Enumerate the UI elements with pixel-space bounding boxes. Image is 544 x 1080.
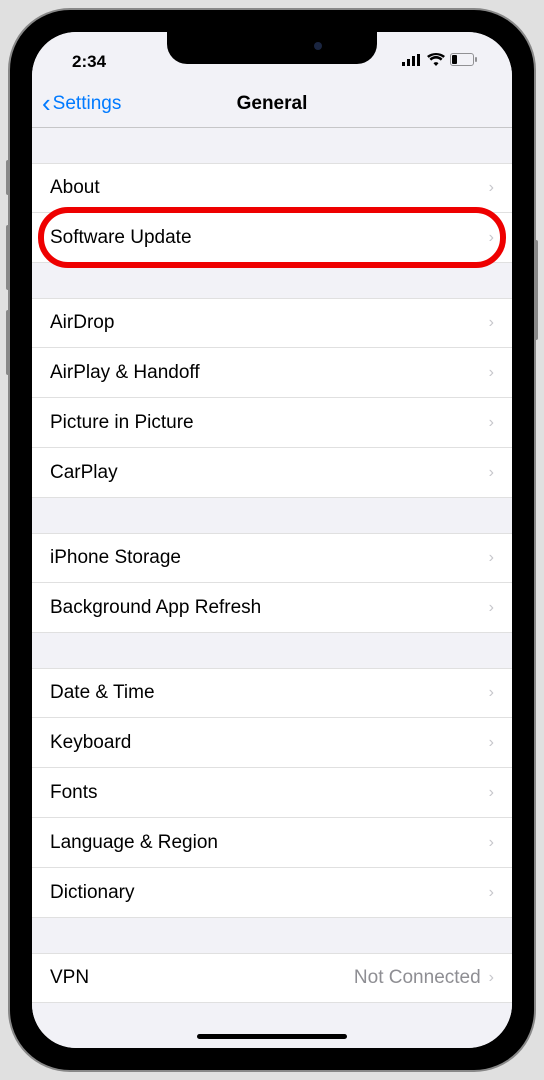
section-1: AirDrop › AirPlay & Handoff › Picture in… bbox=[32, 298, 512, 498]
row-label: VPN bbox=[50, 967, 89, 989]
chevron-right-icon: › bbox=[489, 969, 494, 987]
section-0: About › Software Update › bbox=[32, 163, 512, 263]
row-label: Language & Region bbox=[50, 832, 218, 854]
home-indicator[interactable] bbox=[197, 1034, 347, 1039]
section-4: VPN Not Connected › bbox=[32, 953, 512, 1003]
chevron-right-icon: › bbox=[489, 834, 494, 852]
chevron-right-icon: › bbox=[489, 464, 494, 482]
row-label: Picture in Picture bbox=[50, 412, 194, 434]
section-2: iPhone Storage › Background App Refresh … bbox=[32, 533, 512, 633]
row-software-update[interactable]: Software Update › bbox=[32, 213, 512, 263]
battery-icon bbox=[450, 53, 478, 71]
row-label: Date & Time bbox=[50, 682, 155, 704]
row-label: About bbox=[50, 177, 100, 199]
chevron-right-icon: › bbox=[489, 599, 494, 617]
chevron-right-icon: › bbox=[489, 684, 494, 702]
row-fonts[interactable]: Fonts › bbox=[32, 768, 512, 818]
row-date-time[interactable]: Date & Time › bbox=[32, 668, 512, 718]
row-label: Software Update bbox=[50, 227, 192, 249]
content-scroll[interactable]: About › Software Update › AirDrop › bbox=[32, 128, 512, 1048]
row-label: Keyboard bbox=[50, 732, 131, 754]
row-label: AirPlay & Handoff bbox=[50, 362, 200, 384]
screen: 2:34 bbox=[32, 32, 512, 1048]
volume-up-button bbox=[6, 225, 10, 290]
row-label: Dictionary bbox=[50, 882, 134, 904]
row-airdrop[interactable]: AirDrop › bbox=[32, 298, 512, 348]
row-keyboard[interactable]: Keyboard › bbox=[32, 718, 512, 768]
notch bbox=[167, 32, 377, 64]
mute-switch bbox=[6, 160, 10, 195]
back-label: Settings bbox=[53, 93, 122, 115]
row-iphone-storage[interactable]: iPhone Storage › bbox=[32, 533, 512, 583]
row-dictionary[interactable]: Dictionary › bbox=[32, 868, 512, 918]
row-label: iPhone Storage bbox=[50, 547, 181, 569]
chevron-right-icon: › bbox=[489, 884, 494, 902]
chevron-right-icon: › bbox=[489, 734, 494, 752]
row-label: Fonts bbox=[50, 782, 98, 804]
chevron-right-icon: › bbox=[489, 314, 494, 332]
back-chevron-icon: ‹ bbox=[42, 88, 51, 119]
power-button bbox=[534, 240, 538, 340]
row-airplay-handoff[interactable]: AirPlay & Handoff › bbox=[32, 348, 512, 398]
row-detail: Not Connected bbox=[354, 967, 481, 989]
chevron-right-icon: › bbox=[489, 229, 494, 247]
row-picture-in-picture[interactable]: Picture in Picture › bbox=[32, 398, 512, 448]
row-vpn[interactable]: VPN Not Connected › bbox=[32, 953, 512, 1003]
row-label: CarPlay bbox=[50, 462, 118, 484]
section-3: Date & Time › Keyboard › Fonts › Languag… bbox=[32, 668, 512, 918]
nav-bar: ‹ Settings General bbox=[32, 80, 512, 128]
row-language-region[interactable]: Language & Region › bbox=[32, 818, 512, 868]
camera-dot bbox=[314, 42, 322, 50]
row-about[interactable]: About › bbox=[32, 163, 512, 213]
chevron-right-icon: › bbox=[489, 414, 494, 432]
row-carplay[interactable]: CarPlay › bbox=[32, 448, 512, 498]
volume-down-button bbox=[6, 310, 10, 375]
chevron-right-icon: › bbox=[489, 179, 494, 197]
chevron-right-icon: › bbox=[489, 549, 494, 567]
back-button[interactable]: ‹ Settings bbox=[42, 88, 121, 119]
phone-frame: 2:34 bbox=[10, 10, 534, 1070]
chevron-right-icon: › bbox=[489, 364, 494, 382]
chevron-right-icon: › bbox=[489, 784, 494, 802]
wifi-icon bbox=[427, 53, 445, 71]
cellular-icon bbox=[402, 53, 422, 71]
row-label: Background App Refresh bbox=[50, 597, 261, 619]
row-background-app-refresh[interactable]: Background App Refresh › bbox=[32, 583, 512, 633]
status-icons bbox=[402, 53, 484, 71]
status-time: 2:34 bbox=[60, 52, 106, 72]
nav-title: General bbox=[237, 93, 308, 115]
row-right: Not Connected › bbox=[354, 967, 494, 989]
row-label: AirDrop bbox=[50, 312, 114, 334]
